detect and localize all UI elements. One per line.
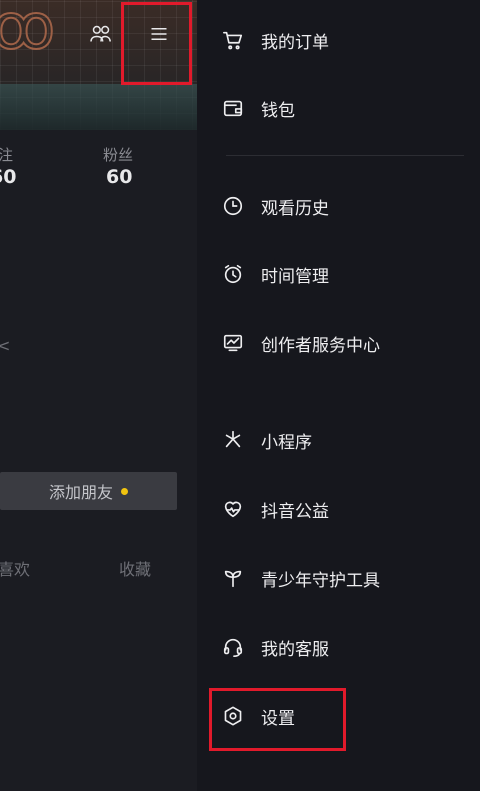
notification-dot bbox=[121, 487, 128, 495]
menu-divider bbox=[226, 155, 464, 156]
menu-item-label: 小程序 bbox=[261, 432, 312, 453]
menu-item-label: 我的客服 bbox=[261, 639, 329, 660]
headset-icon bbox=[223, 638, 243, 657]
neon-decoration: ꝏ bbox=[0, 0, 60, 64]
following-count: 60 bbox=[0, 166, 17, 188]
menu-item-customer-service[interactable]: 我的客服 bbox=[222, 632, 329, 662]
menu-item-label: 抖音公益 bbox=[261, 501, 329, 522]
menu-item-label: 钱包 bbox=[261, 100, 295, 121]
menu-item-charity[interactable]: 抖音公益 bbox=[222, 494, 329, 524]
sprout-icon bbox=[224, 570, 242, 588]
menu-item-label: 青少年守护工具 bbox=[261, 570, 380, 591]
menu-item-wallet[interactable]: 钱包 bbox=[222, 93, 295, 123]
heart-icon bbox=[224, 501, 242, 518]
highlight-box-settings bbox=[209, 688, 346, 751]
following-label: 注 bbox=[0, 146, 14, 164]
menu-item-youth-protection[interactable]: 青少年守护工具 bbox=[222, 563, 380, 593]
tab-likes[interactable]: 喜欢 bbox=[0, 556, 30, 580]
menu-item-watch-history[interactable]: 观看历史 bbox=[222, 191, 329, 221]
add-friend-button[interactable]: 添加朋友 bbox=[0, 472, 177, 510]
followers-label: 粉丝 bbox=[103, 146, 134, 164]
menu-item-label: 创作者服务中心 bbox=[261, 335, 380, 356]
creator-chart-icon bbox=[223, 334, 243, 352]
chevron-icon: < bbox=[0, 336, 11, 355]
menu-item-label: 我的订单 bbox=[261, 32, 329, 53]
tab-favorites[interactable]: 收藏 bbox=[119, 556, 151, 580]
cart-icon bbox=[223, 31, 243, 50]
clock-icon bbox=[223, 196, 243, 216]
friends-icon[interactable] bbox=[88, 22, 114, 46]
wallet-icon bbox=[223, 100, 243, 117]
followers-count: 60 bbox=[106, 166, 133, 188]
menu-item-creator-center[interactable]: 创作者服务中心 bbox=[222, 328, 380, 358]
highlight-box-menu bbox=[121, 2, 192, 85]
profile-page-dimmed: ꝏ 注 60 粉丝 60 < 添加朋友 喜欢 收藏 bbox=[0, 0, 197, 791]
menu-item-label: 观看历史 bbox=[261, 198, 329, 219]
menu-item-label: 时间管理 bbox=[261, 266, 329, 287]
mini-program-icon bbox=[225, 430, 241, 448]
add-friend-label: 添加朋友 bbox=[48, 483, 113, 502]
menu-item-time-management[interactable]: 时间管理 bbox=[222, 259, 329, 289]
menu-item-mini-program[interactable]: 小程序 bbox=[222, 425, 312, 455]
menu-item-orders[interactable]: 我的订单 bbox=[222, 25, 329, 55]
alarm-icon bbox=[224, 264, 242, 284]
